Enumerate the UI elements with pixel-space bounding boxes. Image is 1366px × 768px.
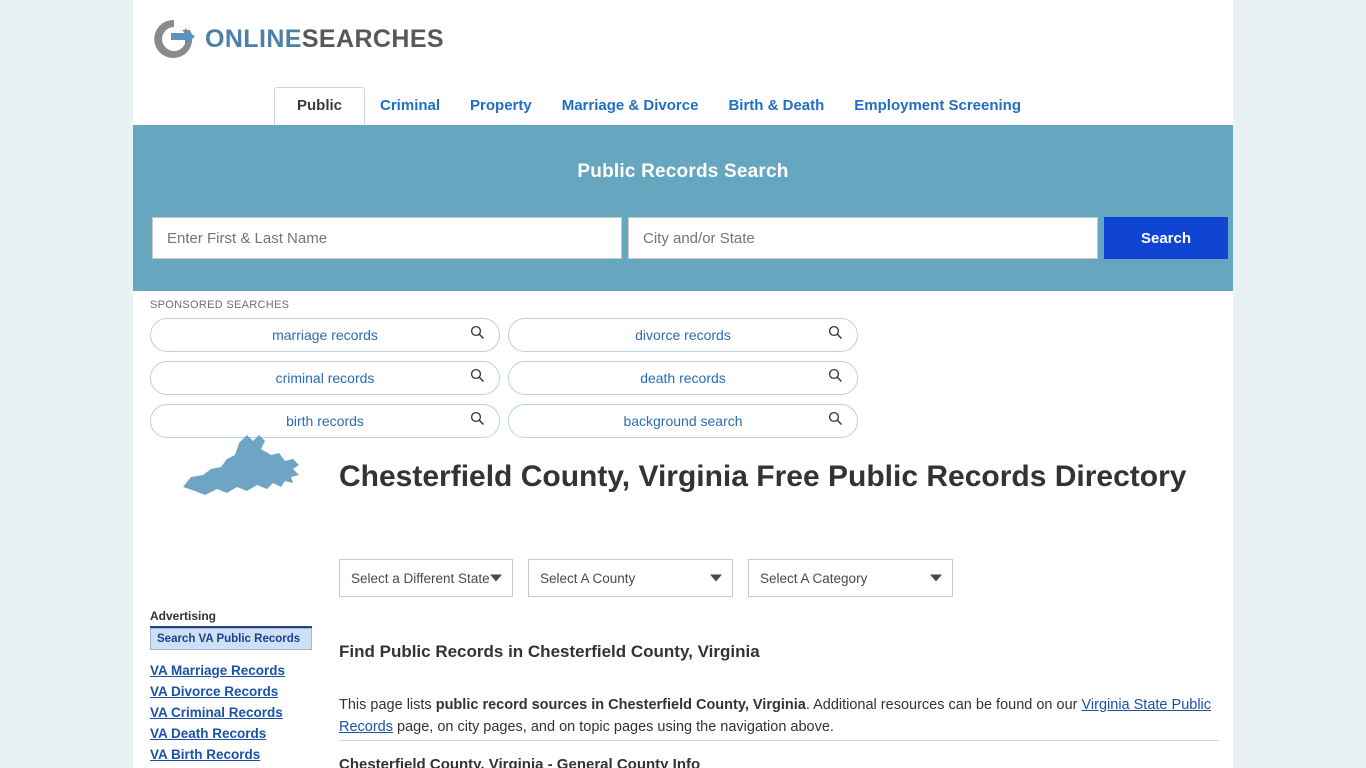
search-icon xyxy=(828,368,843,388)
chevron-down-icon xyxy=(930,574,942,582)
chip-label: divorce records xyxy=(635,327,731,343)
nav-tab-criminal[interactable]: Criminal xyxy=(365,87,455,125)
site-logo[interactable]: ONLINESEARCHES xyxy=(152,17,444,61)
chip-label: background search xyxy=(623,413,743,429)
select-county[interactable]: Select A County xyxy=(528,559,733,597)
nav-tab-employment-screening[interactable]: Employment Screening xyxy=(839,87,1036,125)
chevron-down-icon xyxy=(710,574,722,582)
chip-label: marriage records xyxy=(272,327,378,343)
sponsored-chip-divorce-records[interactable]: divorce records xyxy=(508,318,858,352)
filter-selects: Select a Different State Select A County… xyxy=(339,559,953,597)
sidebar-links: VA Marriage Records VA Divorce Records V… xyxy=(150,660,330,765)
intro-text-bold: public record sources in Chesterfield Co… xyxy=(435,696,806,713)
sidebar-link-va-birth-records[interactable]: VA Birth Records xyxy=(150,744,330,765)
general-county-info-heading: Chesterfield County, Virginia - General … xyxy=(339,756,701,768)
select-county-value: Select A County xyxy=(540,570,636,586)
page-sheet: ONLINESEARCHES Public Criminal Property … xyxy=(133,0,1233,768)
sidebar-link-va-marriage-records[interactable]: VA Marriage Records xyxy=(150,660,330,681)
chip-label: death records xyxy=(640,370,726,386)
ad-box-label: Search VA Public Records xyxy=(157,633,301,645)
intro-text-2: . Additional resources can be found on o… xyxy=(805,696,1082,713)
logo-text-online: ONLINE xyxy=(205,24,302,53)
banner-title: Public Records Search xyxy=(577,161,789,182)
nav-tab-birth-death[interactable]: Birth & Death xyxy=(713,87,839,125)
sponsored-chip-list: marriage records divorce records crimina… xyxy=(150,318,1215,438)
search-city-input[interactable] xyxy=(628,217,1098,259)
search-button[interactable]: Search xyxy=(1104,217,1228,259)
intro-text-1: This page lists xyxy=(339,696,436,713)
intro-text-3: page, on city pages, and on topic pages … xyxy=(393,718,834,735)
sponsored-chip-marriage-records[interactable]: marriage records xyxy=(150,318,500,352)
search-icon xyxy=(828,325,843,345)
search-icon xyxy=(470,411,485,431)
select-state-value: Select a Different State xyxy=(351,570,490,586)
virginia-state-map-icon xyxy=(181,425,306,503)
advertising-label: Advertising xyxy=(150,609,217,623)
select-category[interactable]: Select A Category xyxy=(748,559,953,597)
page-title: Chesterfield County, Virginia Free Publi… xyxy=(339,460,1187,494)
nav-tab-marriage-divorce[interactable]: Marriage & Divorce xyxy=(547,87,714,125)
sidebar-link-va-divorce-records[interactable]: VA Divorce Records xyxy=(150,681,330,702)
search-banner: Public Records Search Search xyxy=(133,125,1233,291)
find-records-heading: Find Public Records in Chesterfield Coun… xyxy=(339,642,760,662)
sidebar-link-va-death-records[interactable]: VA Death Records xyxy=(150,723,330,744)
sidebar-link-va-criminal-records[interactable]: VA Criminal Records xyxy=(150,702,330,723)
chip-label: criminal records xyxy=(275,370,375,386)
nav-tab-property[interactable]: Property xyxy=(455,87,547,125)
circle-arrow-icon xyxy=(152,17,196,61)
sponsored-searches-label: SPONSORED SEARCHES xyxy=(150,299,290,311)
sponsored-chip-death-records[interactable]: death records xyxy=(508,361,858,395)
section-divider xyxy=(339,740,1219,741)
search-icon xyxy=(470,368,485,388)
search-form: Search xyxy=(152,217,1228,259)
intro-paragraph: This page lists public record sources in… xyxy=(339,694,1219,738)
nav-tab-public[interactable]: Public xyxy=(274,87,366,125)
logo-text: ONLINESEARCHES xyxy=(205,25,444,54)
page-root: ONLINESEARCHES Public Criminal Property … xyxy=(0,0,1366,768)
sponsored-chip-criminal-records[interactable]: criminal records xyxy=(150,361,500,395)
search-icon xyxy=(470,325,485,345)
ad-search-va-public-records[interactable]: Search VA Public Records xyxy=(150,628,312,650)
select-state[interactable]: Select a Different State xyxy=(339,559,513,597)
select-category-value: Select A Category xyxy=(760,570,868,586)
search-icon xyxy=(828,411,843,431)
main-nav: Public Criminal Property Marriage & Divo… xyxy=(133,86,1233,125)
logo-text-searches: SEARCHES xyxy=(301,24,444,53)
chevron-down-icon xyxy=(490,574,502,582)
sponsored-chip-background-search[interactable]: background search xyxy=(508,404,858,438)
search-name-input[interactable] xyxy=(152,217,622,259)
